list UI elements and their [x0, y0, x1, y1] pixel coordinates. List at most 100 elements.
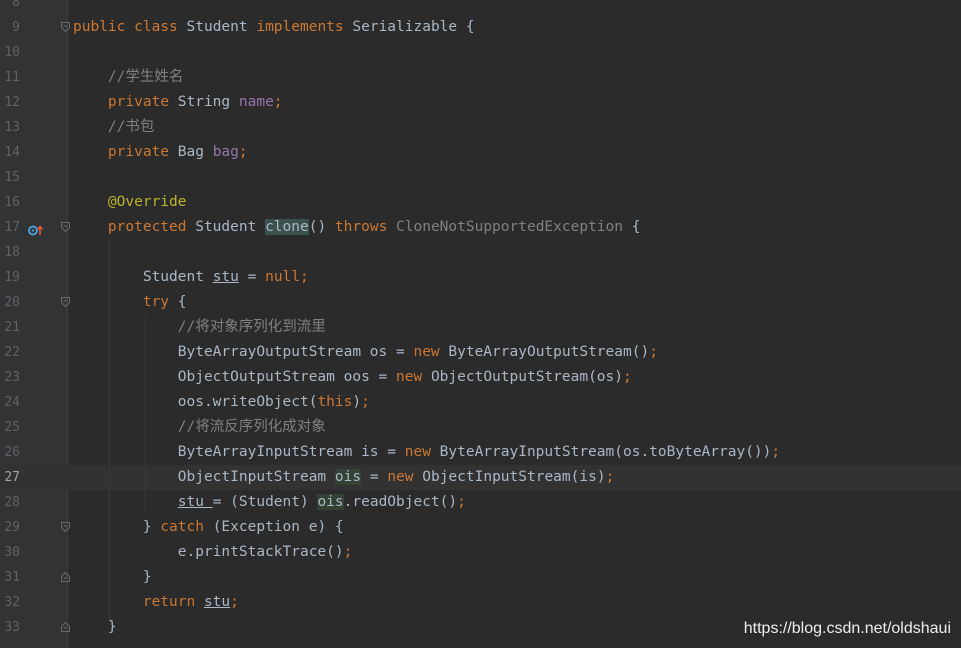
code-line[interactable]: 18: [0, 240, 961, 265]
code-token: ByteArrayInputStream(os.toByteArray()): [439, 444, 772, 460]
line-number: 14: [4, 145, 20, 160]
line-number: 21: [4, 320, 20, 335]
code-token: //将对象序列化到流里: [73, 319, 326, 335]
line-number: 16: [4, 195, 20, 210]
fold-collapse-icon[interactable]: [61, 22, 70, 32]
code-token: new: [413, 344, 449, 360]
code-line[interactable]: 20 try {: [0, 290, 961, 315]
code-text[interactable]: ObjectInputStream ois = new ObjectInputS…: [73, 465, 614, 490]
code-token: ;: [230, 594, 239, 610]
line-number: 9: [12, 20, 20, 35]
code-token: ;: [605, 469, 615, 485]
line-number: 23: [4, 370, 20, 385]
code-token: throws: [334, 219, 397, 235]
code-token: null;: [265, 269, 309, 285]
line-number: 10: [4, 45, 20, 60]
code-token: new: [396, 369, 431, 385]
code-token: ois: [334, 469, 362, 485]
code-token: public class: [73, 19, 187, 35]
code-text[interactable]: }: [73, 615, 117, 640]
code-line[interactable]: 32 return stu;: [0, 590, 961, 615]
line-number: 27: [4, 470, 20, 485]
fold-end-icon[interactable]: [61, 622, 70, 632]
line-number: 33: [4, 620, 20, 635]
line-number: 19: [4, 270, 20, 285]
code-line[interactable]: 31 }: [0, 565, 961, 590]
code-text[interactable]: //将流反序列化成对象: [73, 415, 326, 440]
code-text[interactable]: }: [73, 565, 152, 590]
line-number: 26: [4, 445, 20, 460]
code-text[interactable]: //学生姓名: [73, 65, 183, 90]
code-token: Student: [186, 19, 257, 35]
code-token: CloneNotSupportedException: [396, 219, 624, 235]
code-token: Student: [195, 219, 266, 235]
line-number: 31: [4, 570, 20, 585]
line-number: 30: [4, 545, 20, 560]
code-line[interactable]: 14 private Bag bag;: [0, 140, 961, 165]
indent-guide: [109, 240, 110, 620]
code-line[interactable]: 17 protected Student clone() throws Clon…: [0, 215, 961, 240]
code-token: name: [238, 94, 274, 110]
code-text[interactable]: @Override: [73, 190, 187, 215]
line-number: 18: [4, 245, 20, 260]
code-token: @Override: [73, 194, 187, 210]
code-text[interactable]: ObjectOutputStream oos = new ObjectOutpu…: [73, 365, 632, 390]
code-token: implements: [256, 19, 353, 35]
code-token: bag: [212, 144, 239, 160]
code-text[interactable]: //将对象序列化到流里: [73, 315, 326, 340]
line-number: 20: [4, 295, 20, 310]
code-line[interactable]: 12 private String name;: [0, 90, 961, 115]
code-token: ByteArrayOutputStream os =: [73, 344, 414, 360]
code-token: e.printStackTrace(): [73, 544, 344, 560]
line-number: 28: [4, 495, 20, 510]
code-token: {: [623, 219, 641, 235]
code-token: ;: [238, 144, 248, 160]
code-text[interactable]: protected Student clone() throws CloneNo…: [73, 215, 640, 240]
code-line[interactable]: 9 public class Student implements Seriali…: [0, 15, 961, 40]
code-token: ois: [317, 494, 344, 510]
code-text[interactable]: } catch (Exception e) {: [73, 515, 344, 540]
code-text[interactable]: oos.writeObject(this);: [73, 390, 370, 415]
code-text[interactable]: //书包: [73, 115, 154, 140]
code-line[interactable]: 29 } catch (Exception e) {: [0, 515, 961, 540]
code-editor[interactable]: 8 9 public class Student implements Serial…: [0, 0, 961, 648]
code-token: //书包: [73, 119, 155, 135]
code-text[interactable]: try {: [73, 290, 187, 315]
code-text[interactable]: e.printStackTrace();: [73, 540, 353, 565]
code-token: //将流反序列化成对象: [73, 419, 326, 435]
line-number: 8: [12, 0, 20, 10]
code-line[interactable]: 30 e.printStackTrace();: [0, 540, 961, 565]
code-line[interactable]: 8: [0, 0, 961, 15]
code-text[interactable]: public class Student implements Serializ…: [73, 15, 475, 40]
fold-collapse-icon[interactable]: [61, 222, 70, 232]
code-text[interactable]: return stu;: [73, 590, 239, 615]
code-line[interactable]: 10: [0, 40, 961, 65]
override-method-icon[interactable]: [28, 221, 44, 236]
code-text[interactable]: ByteArrayInputStream is = new ByteArrayI…: [73, 440, 780, 465]
code-token: new: [404, 444, 440, 460]
code-line[interactable]: 16 @Override: [0, 190, 961, 215]
code-token: stu: [177, 494, 213, 510]
code-text[interactable]: ByteArrayOutputStream os = new ByteArray…: [73, 340, 658, 365]
code-token: Serializable {: [352, 19, 475, 35]
code-token: (Exception e) {: [212, 519, 344, 535]
code-text[interactable]: private Bag bag;: [73, 140, 248, 165]
code-token: =: [238, 269, 266, 285]
line-number: 32: [4, 595, 20, 610]
code-line[interactable]: 11 //学生姓名: [0, 65, 961, 90]
code-line[interactable]: 19 Student stu = null;: [0, 265, 961, 290]
code-token: }: [73, 519, 161, 535]
fold-end-icon[interactable]: [61, 572, 70, 582]
line-number: 29: [4, 520, 20, 535]
fold-collapse-icon[interactable]: [61, 522, 70, 532]
fold-collapse-icon[interactable]: [61, 297, 70, 307]
code-text[interactable]: private String name;: [73, 90, 283, 115]
watermark: https://blog.csdn.net/oldshaui: [743, 620, 951, 637]
code-token: ): [352, 394, 362, 410]
line-number: 25: [4, 420, 20, 435]
code-text[interactable]: stu = (Student) ois.readObject();: [73, 490, 466, 515]
code-token: =: [361, 469, 388, 485]
code-line[interactable]: 15: [0, 165, 961, 190]
code-token: ;: [343, 544, 353, 560]
code-line[interactable]: 13 //书包: [0, 115, 961, 140]
